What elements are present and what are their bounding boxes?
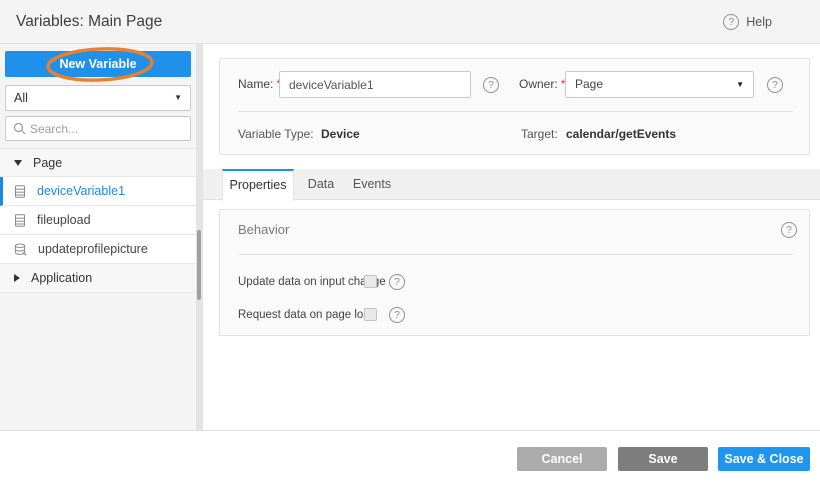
tree-item-label: fileupload (37, 213, 91, 227)
owner-label: Owner:* (519, 71, 565, 98)
variable-type-value: Device (321, 127, 360, 142)
search-box (5, 116, 191, 141)
variables-sidebar: New Variable All ▼ Page (0, 44, 196, 430)
behavior-help-icon[interactable]: ? (781, 222, 797, 238)
sidebar-scrollbar-thumb[interactable] (197, 230, 201, 300)
dialog-footer: Cancel Save Save & Close (0, 431, 820, 486)
variable-filter-select[interactable]: All ▼ (5, 85, 191, 111)
sidebar-scrollbar-track (196, 44, 203, 430)
update-on-input-change-help-icon[interactable]: ? (389, 274, 405, 290)
owner-selected-value: Page (575, 77, 603, 91)
request-on-page-load-label: Request data on page load (238, 308, 376, 322)
tree-item-devicevariable1[interactable]: deviceVariable1 (0, 177, 196, 206)
variables-dialog: Variables: Main Page ? Help New Variable… (0, 0, 820, 486)
tab-events[interactable]: Events (346, 169, 398, 200)
name-input[interactable] (279, 71, 471, 98)
tab-properties[interactable]: Properties (222, 169, 294, 201)
chevron-down-icon: ▼ (174, 86, 182, 110)
new-variable-button[interactable]: New Variable (5, 51, 191, 77)
tree-item-fileupload[interactable]: fileupload (0, 206, 196, 235)
service-variable-icon (14, 243, 27, 256)
variable-type-label: Variable Type: (238, 127, 314, 142)
search-icon (13, 122, 26, 135)
caret-right-icon (14, 274, 20, 282)
tree-group-page[interactable]: Page (0, 148, 196, 177)
device-variable-icon (14, 185, 26, 198)
cancel-button[interactable]: Cancel (517, 447, 607, 471)
behavior-section: Behavior ? Update data on input change ?… (219, 209, 810, 336)
help-label: Help (746, 15, 772, 29)
tree-group-label: Page (33, 156, 62, 170)
behavior-divider (238, 254, 793, 255)
dialog-header: Variables: Main Page ? Help (0, 0, 820, 44)
tree-group-label: Application (31, 271, 92, 285)
filter-selected-value: All (14, 91, 28, 105)
search-input[interactable] (30, 118, 188, 139)
target-value: calendar/getEvents (566, 127, 676, 142)
tree-item-updateprofilepicture[interactable]: updateprofilepicture (0, 235, 196, 264)
owner-help-icon[interactable]: ? (767, 77, 783, 93)
variable-detail-pane: Name:* ? Owner:* Page ▼ ? Variable Type:… (203, 44, 820, 430)
owner-select[interactable]: Page ▼ (565, 71, 754, 98)
behavior-section-title: Behavior (238, 222, 289, 237)
page-title: Variables: Main Page (16, 0, 162, 43)
form-divider (238, 111, 793, 112)
tree-item-label: deviceVariable1 (37, 184, 125, 198)
chevron-down-icon: ▼ (736, 72, 744, 97)
update-on-input-change-checkbox[interactable] (364, 275, 377, 288)
tab-data[interactable]: Data (298, 169, 344, 200)
variables-tree: Page deviceVariable1 (0, 148, 196, 293)
request-on-page-load-help-icon[interactable]: ? (389, 307, 405, 323)
help-icon: ? (723, 14, 739, 30)
device-variable-icon (14, 214, 26, 227)
save-and-close-button[interactable]: Save & Close (718, 447, 810, 471)
tree-group-application[interactable]: Application (0, 264, 196, 293)
help-link[interactable]: ? Help (723, 0, 772, 43)
variable-summary-panel: Name:* ? Owner:* Page ▼ ? Variable Type:… (219, 58, 810, 155)
save-button[interactable]: Save (618, 447, 708, 471)
name-help-icon[interactable]: ? (483, 77, 499, 93)
name-label: Name:* (238, 71, 281, 98)
request-on-page-load-checkbox[interactable] (364, 308, 377, 321)
tree-item-label: updateprofilepicture (38, 242, 148, 256)
detail-tabbar: Properties Data Events (203, 169, 820, 200)
caret-down-icon (14, 160, 22, 166)
target-label: Target: (521, 127, 558, 142)
